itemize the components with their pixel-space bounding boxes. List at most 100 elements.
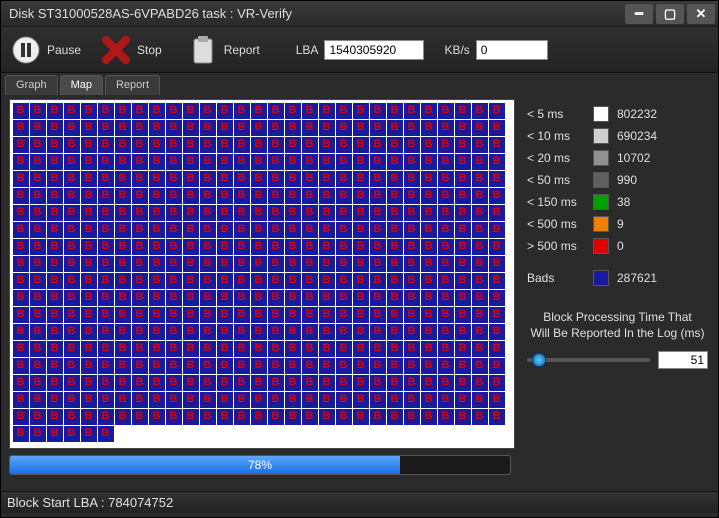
map-block: B: [132, 239, 148, 255]
map-block: B: [404, 188, 420, 204]
map-block: B: [421, 137, 437, 153]
map-block: B: [336, 103, 352, 119]
map-block: B: [336, 358, 352, 374]
map-block: B: [489, 273, 505, 289]
map-block: B: [455, 154, 471, 170]
minimize-button[interactable]: ━: [625, 4, 653, 24]
legend-row: < 5 ms802232: [527, 103, 708, 125]
lba-label: LBA: [296, 43, 319, 57]
map-block: B: [285, 409, 301, 425]
map-block: B: [387, 307, 403, 323]
map-block: B: [336, 307, 352, 323]
map-block: B: [285, 358, 301, 374]
map-block: B: [64, 103, 80, 119]
map-block: B: [251, 154, 267, 170]
map-block: B: [132, 375, 148, 391]
report-button[interactable]: Report: [188, 35, 260, 65]
map-block: B: [268, 154, 284, 170]
map-block: B: [489, 171, 505, 187]
map-block: B: [268, 290, 284, 306]
map-block: B: [302, 324, 318, 340]
tab-graph[interactable]: Graph: [5, 75, 58, 95]
maximize-button[interactable]: ▢: [656, 4, 684, 24]
map-block: B: [81, 324, 97, 340]
lba-field[interactable]: [324, 40, 424, 60]
map-block: B: [370, 392, 386, 408]
map-block: B: [472, 222, 488, 238]
map-block: B: [387, 188, 403, 204]
map-block: B: [319, 171, 335, 187]
map-block: B: [404, 273, 420, 289]
slider-value-field[interactable]: [658, 351, 708, 369]
map-block: B: [438, 392, 454, 408]
kbs-field[interactable]: [476, 40, 548, 60]
map-block: B: [166, 324, 182, 340]
slider-caption-2: Will Be Reported In the Log (ms): [530, 326, 704, 340]
map-block: B: [115, 103, 131, 119]
map-block: B: [268, 256, 284, 272]
map-block: B: [200, 409, 216, 425]
tab-map[interactable]: Map: [60, 75, 103, 95]
map-block: B: [98, 392, 114, 408]
map-block: B: [438, 154, 454, 170]
legend-row: < 10 ms690234: [527, 125, 708, 147]
map-block: B: [251, 137, 267, 153]
map-block: B: [285, 273, 301, 289]
map-block: B: [302, 358, 318, 374]
map-block: B: [166, 392, 182, 408]
slider-track[interactable]: [527, 358, 650, 362]
map-block: B: [13, 154, 29, 170]
map-block: B: [455, 120, 471, 136]
map-block: B: [30, 103, 46, 119]
map-block: B: [115, 307, 131, 323]
map-block: B: [268, 188, 284, 204]
map-block: B: [421, 392, 437, 408]
map-block: B: [47, 120, 63, 136]
map-block: B: [489, 341, 505, 357]
map-block: B: [64, 273, 80, 289]
map-block: B: [183, 239, 199, 255]
map-block: B: [455, 103, 471, 119]
map-block: B: [472, 409, 488, 425]
tab-report[interactable]: Report: [105, 75, 160, 95]
map-block: B: [455, 341, 471, 357]
map-block: B: [438, 222, 454, 238]
map-block: B: [98, 341, 114, 357]
map-block: B: [302, 290, 318, 306]
map-block: B: [251, 171, 267, 187]
map-block: B: [217, 392, 233, 408]
map-block: B: [115, 120, 131, 136]
map-block: B: [404, 409, 420, 425]
map-block: B: [302, 222, 318, 238]
legend-value: 38: [617, 195, 630, 209]
pause-button[interactable]: Pause: [11, 35, 81, 65]
stop-button[interactable]: Stop: [101, 35, 162, 65]
map-block: B: [81, 137, 97, 153]
map-block: [183, 426, 199, 442]
close-button[interactable]: ✕: [687, 4, 715, 24]
map-block: B: [472, 137, 488, 153]
map-block: B: [421, 290, 437, 306]
map-block: B: [200, 324, 216, 340]
legend-label: < 20 ms: [527, 151, 585, 165]
map-block: B: [251, 120, 267, 136]
map-block: B: [13, 205, 29, 221]
map-block: B: [489, 307, 505, 323]
map-block: B: [115, 375, 131, 391]
map-block: B: [370, 409, 386, 425]
map-block: B: [115, 256, 131, 272]
slider-thumb[interactable]: [532, 353, 546, 367]
map-block: B: [438, 273, 454, 289]
map-block: B: [166, 409, 182, 425]
map-block: B: [47, 137, 63, 153]
map-block: B: [455, 290, 471, 306]
map-block: B: [13, 358, 29, 374]
map-block: B: [132, 103, 148, 119]
map-block: B: [268, 273, 284, 289]
legend-panel: < 5 ms802232< 10 ms690234< 20 ms10702< 5…: [521, 95, 718, 491]
statusbar: Block Start LBA : 784074752: [1, 491, 718, 513]
map-block: B: [30, 341, 46, 357]
legend-row: < 20 ms10702: [527, 147, 708, 169]
map-block: B: [285, 239, 301, 255]
map-block: B: [421, 120, 437, 136]
